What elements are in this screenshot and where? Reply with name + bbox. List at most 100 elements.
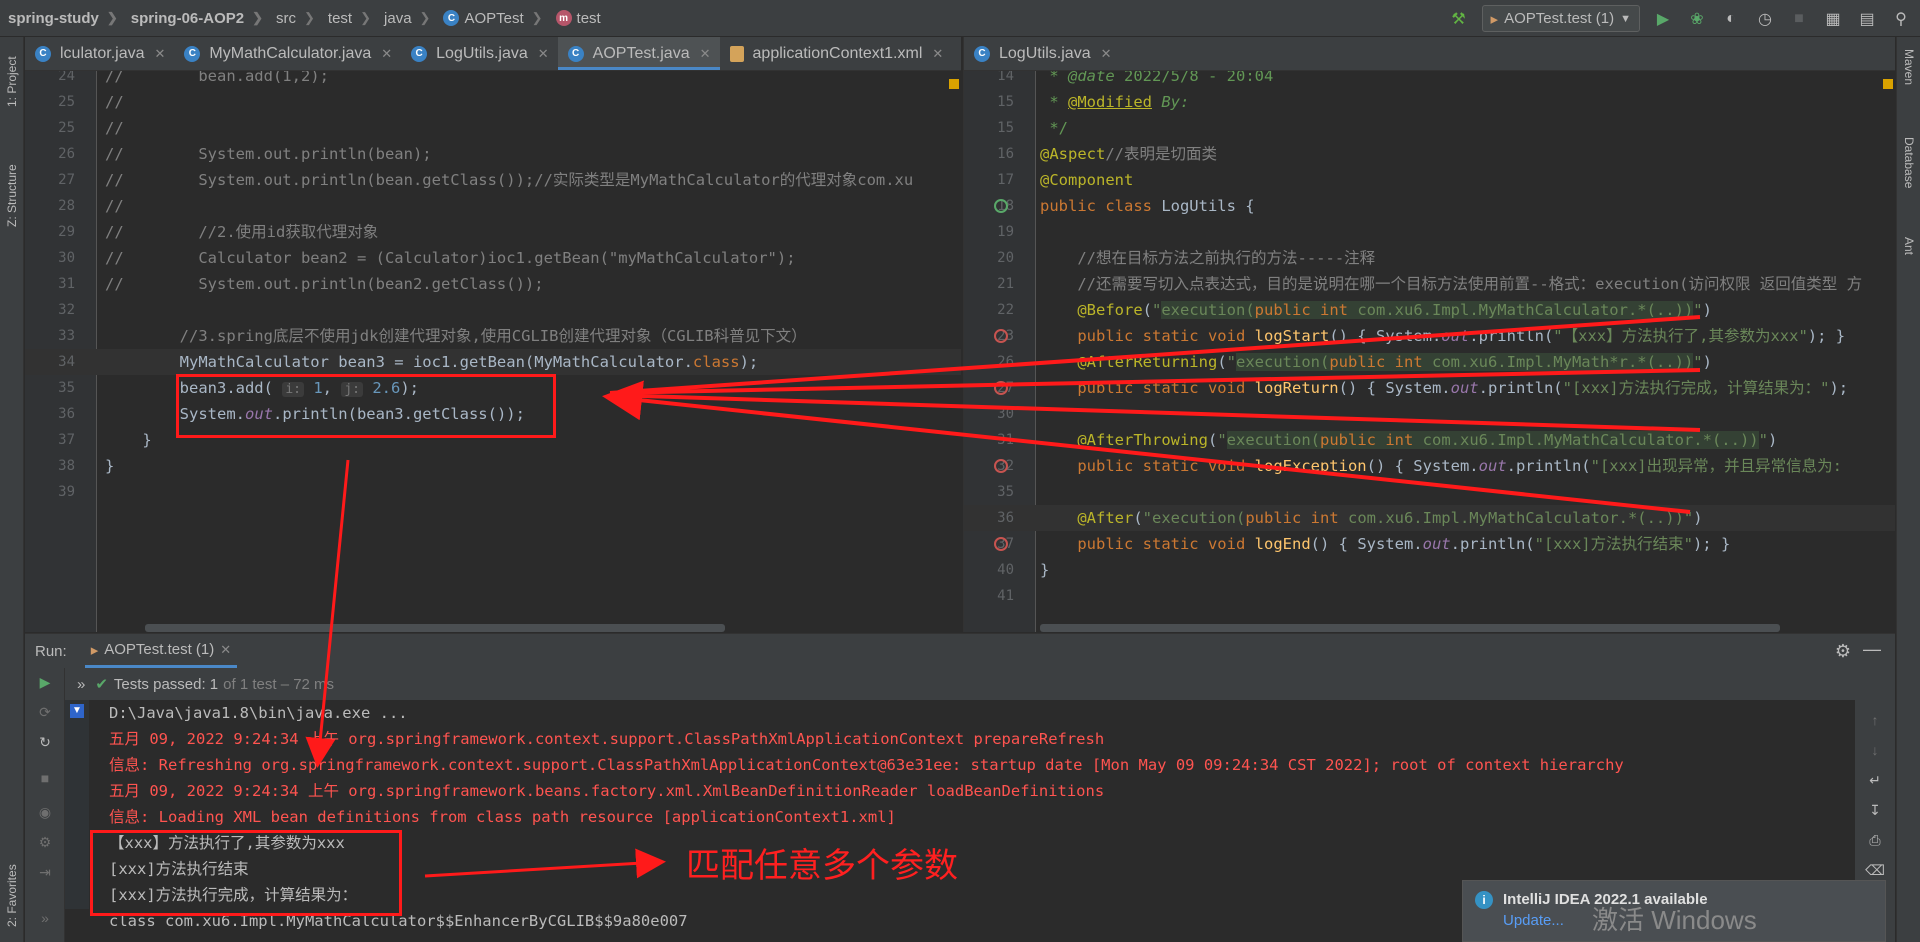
code-line[interactable]: 19 [964, 219, 1895, 245]
breadcrumb-item[interactable]: java ❯ [376, 0, 435, 37]
code-line[interactable]: 22 @Before("execution(public int com.xu6… [964, 297, 1895, 323]
up-arrow-icon[interactable]: ↑ [1865, 710, 1885, 730]
breadcrumb-item[interactable]: spring-06-AOP2 ❯ [123, 0, 268, 37]
breadcrumb-item[interactable]: m test [548, 0, 606, 37]
code-line[interactable]: 18 public class LogUtils { [964, 193, 1895, 219]
close-icon[interactable]: ✕ [155, 46, 166, 62]
scroll-to-end-icon[interactable]: ↧ [1865, 800, 1885, 820]
code-line[interactable]: 39 [25, 479, 961, 505]
run-icon[interactable]: ▶ [1652, 8, 1674, 30]
right-code-editor[interactable]: 14 * @date 2022/5/8 - 20:04 15 * @Modifie… [964, 71, 1895, 632]
code-line[interactable]: 16 @Aspect//表明是切面类 [964, 141, 1895, 167]
editor-tab[interactable]: C AOPTest.java ✕ [557, 37, 720, 70]
horizontal-scrollbar[interactable] [145, 624, 725, 632]
close-icon[interactable]: ✕ [220, 642, 231, 658]
advice-icon[interactable] [994, 381, 1008, 395]
print-icon[interactable]: ⎙ [1865, 830, 1885, 850]
code-line[interactable]: 27 public static void logReturn() { Syst… [964, 375, 1895, 401]
code-line[interactable]: 30 [964, 401, 1895, 427]
favorites-tool-tab[interactable]: 2: Favorites [5, 864, 19, 927]
structure-tool-tab[interactable]: Z: Structure [5, 164, 19, 227]
advice-icon[interactable] [994, 459, 1008, 473]
close-icon[interactable]: ✕ [1101, 46, 1112, 62]
code-line[interactable]: 31 // System.out.println(bean2.getClass()… [25, 271, 961, 297]
code-line[interactable]: 21 //还需要写切入点表达式，目的是说明在哪一个目标方法使用前置--格式：ex… [964, 271, 1895, 297]
code-line[interactable]: 15 */ [964, 115, 1895, 141]
code-line[interactable]: 28 // [25, 193, 961, 219]
code-line[interactable]: 41 [964, 583, 1895, 609]
editor-tab[interactable]: C LogUtils.java ✕ [401, 37, 558, 70]
left-code-editor[interactable]: 24 // bean.add(1,2); 25 // 25 // 26 // System.o… [25, 71, 961, 632]
tabs-overflow-chevron-icon[interactable]: ⌄ [952, 37, 961, 70]
stop-icon[interactable]: ■ [1788, 8, 1810, 30]
soft-wrap-icon[interactable]: ↵ [1865, 770, 1885, 790]
editor-tab[interactable]: C LogUtils.java ✕ [964, 37, 1121, 70]
breadcrumb-item[interactable]: C AOPTest ❯ [435, 0, 547, 37]
breadcrumb-item[interactable]: test ❯ [320, 0, 376, 37]
close-icon[interactable]: ✕ [932, 46, 943, 62]
clear-icon[interactable]: ⌫ [1865, 860, 1885, 880]
code-line[interactable]: 38} [25, 453, 961, 479]
code-line[interactable]: 34 MyMathCalculator bean3 = ioc1.getBean… [25, 349, 961, 375]
build-hammer-icon[interactable]: ⚒ [1448, 8, 1470, 30]
down-arrow-icon[interactable]: ↓ [1865, 740, 1885, 760]
rerun-failed-icon[interactable]: ⟳ [35, 702, 55, 722]
spring-bean-icon[interactable] [994, 199, 1008, 213]
code-line[interactable]: 32 [25, 297, 961, 323]
close-icon[interactable]: ✕ [381, 46, 392, 62]
advice-icon[interactable] [994, 537, 1008, 551]
toggle-autotest-icon[interactable]: ↻ [35, 732, 55, 752]
code-line[interactable]: 32 public static void logException() { S… [964, 453, 1895, 479]
settings-gear-icon[interactable]: ⚙ [1835, 641, 1851, 662]
breadcrumb-item[interactable]: spring-study ❯ [0, 0, 123, 37]
code-line[interactable]: 20 //想在目标方法之前执行的方法-----注释 [964, 245, 1895, 271]
code-line[interactable]: 33 //3.spring底层不使用jdk创建代理对象,使用CGLIB创建代理对… [25, 323, 961, 349]
code-line[interactable]: 40} [964, 557, 1895, 583]
collapse-arrow-icon[interactable]: ▼ [70, 704, 84, 718]
exit-icon[interactable]: ⇥ [35, 862, 55, 882]
test-tree-collapsed[interactable]: ▼ [65, 700, 89, 909]
search-icon[interactable]: ⚲ [1890, 8, 1912, 30]
project-structure-icon[interactable]: ▦ [1822, 8, 1844, 30]
code-line[interactable]: 26 @AfterReturning("execution(public int… [964, 349, 1895, 375]
run-tab[interactable]: ▸ AOPTest.test (1) ✕ [84, 634, 238, 668]
code-line[interactable]: 17 @Component [964, 167, 1895, 193]
minimize-icon[interactable]: — [1863, 639, 1881, 660]
rerun-icon[interactable]: ▶ [35, 672, 55, 692]
stop-icon[interactable]: ■ [35, 768, 55, 788]
code-line[interactable]: 25 // [25, 89, 961, 115]
close-icon[interactable]: ✕ [538, 46, 549, 62]
database-tool-tab[interactable]: Database [1902, 137, 1916, 188]
code-line[interactable]: 36 @After("execution(public int com.xu6.… [964, 505, 1895, 531]
editor-tab[interactable]: applicationContext1.xml ✕ [720, 37, 953, 70]
editor-tab[interactable]: C MyMathCalculator.java ✕ [174, 37, 401, 70]
code-line[interactable]: 37 public static void logEnd() { System.… [964, 531, 1895, 557]
layout-icon[interactable]: ▤ [1856, 8, 1878, 30]
camera-icon[interactable]: ◉ [35, 802, 55, 822]
breadcrumb-item[interactable]: src ❯ [268, 0, 320, 37]
code-line[interactable]: 30 // Calculator bean2 = (Calculator)ioc1… [25, 245, 961, 271]
maven-tool-tab[interactable]: Maven [1902, 49, 1916, 85]
profile-icon[interactable]: ◷ [1754, 8, 1776, 30]
horizontal-scrollbar[interactable] [1040, 624, 1780, 632]
code-line[interactable]: 25 // [25, 115, 961, 141]
code-line[interactable]: 15 * @Modified By: [964, 89, 1895, 115]
ant-tool-tab[interactable]: Ant [1902, 237, 1916, 255]
code-line[interactable]: 31 @AfterThrowing("execution(public int … [964, 427, 1895, 453]
code-line[interactable]: 26 // System.out.println(bean); [25, 141, 961, 167]
code-line[interactable]: 23 public static void logStart() { Syste… [964, 323, 1895, 349]
more-icon[interactable]: » [35, 908, 55, 928]
code-line[interactable]: 29 // //2.使用id获取代理对象 [25, 219, 961, 245]
debug-icon[interactable]: ❀ [1686, 8, 1708, 30]
code-line[interactable]: 14 * @date 2022/5/8 - 20:04 [964, 71, 1895, 89]
run-configuration-selector[interactable]: ▸ AOPTest.test (1) ▼ [1481, 5, 1640, 32]
code-line[interactable]: 35 [964, 479, 1895, 505]
editor-tab[interactable]: Clculator.java ✕ [25, 37, 174, 70]
coverage-icon[interactable]: ◐ [1720, 8, 1742, 30]
project-tool-tab[interactable]: 1: Project [5, 56, 19, 107]
pin-icon[interactable]: ⚙ [35, 832, 55, 852]
advice-icon[interactable] [994, 329, 1008, 343]
code-line[interactable]: 27 // System.out.println(bean.getClass())… [25, 167, 961, 193]
expand-icon[interactable]: » [77, 676, 85, 693]
code-line[interactable]: 24 // bean.add(1,2); [25, 71, 961, 89]
